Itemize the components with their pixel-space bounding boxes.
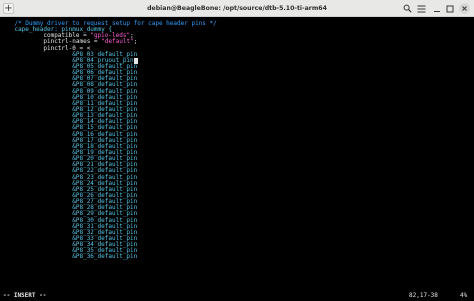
vim-status-bar: -- INSERT -- 82,17-38 4% [0, 291, 474, 301]
hamburger-menu-icon[interactable] [416, 3, 427, 14]
code-buffer[interactable]: /* Dummy driver to request setup for cap… [0, 20, 217, 261]
title-bar: + debian@BeagleBone: /opt/source/dtb-5.1… [0, 0, 474, 17]
close-icon[interactable] [459, 3, 470, 14]
terminal-window: + debian@BeagleBone: /opt/source/dtb-5.1… [0, 0, 474, 301]
scroll-percent: 4% [460, 292, 468, 299]
pin-list: &P8_03_default_pin &P8_04_pruout_pin &P8… [0, 51, 217, 261]
cursor-position: 82,17-38 [409, 292, 438, 299]
vim-mode-indicator: -- INSERT -- [3, 292, 47, 299]
code-pinctrl-names-value: "default" [101, 38, 134, 46]
pin-reference: &P8_36_default_pin [72, 253, 138, 261]
terminal-content[interactable]: /* Dummy driver to request setup for cap… [0, 17, 474, 291]
maximize-icon[interactable] [445, 3, 455, 14]
search-icon[interactable] [402, 3, 413, 14]
pin-line: &P8_36_default_pin [0, 254, 217, 260]
minimize-icon[interactable] [432, 3, 442, 14]
